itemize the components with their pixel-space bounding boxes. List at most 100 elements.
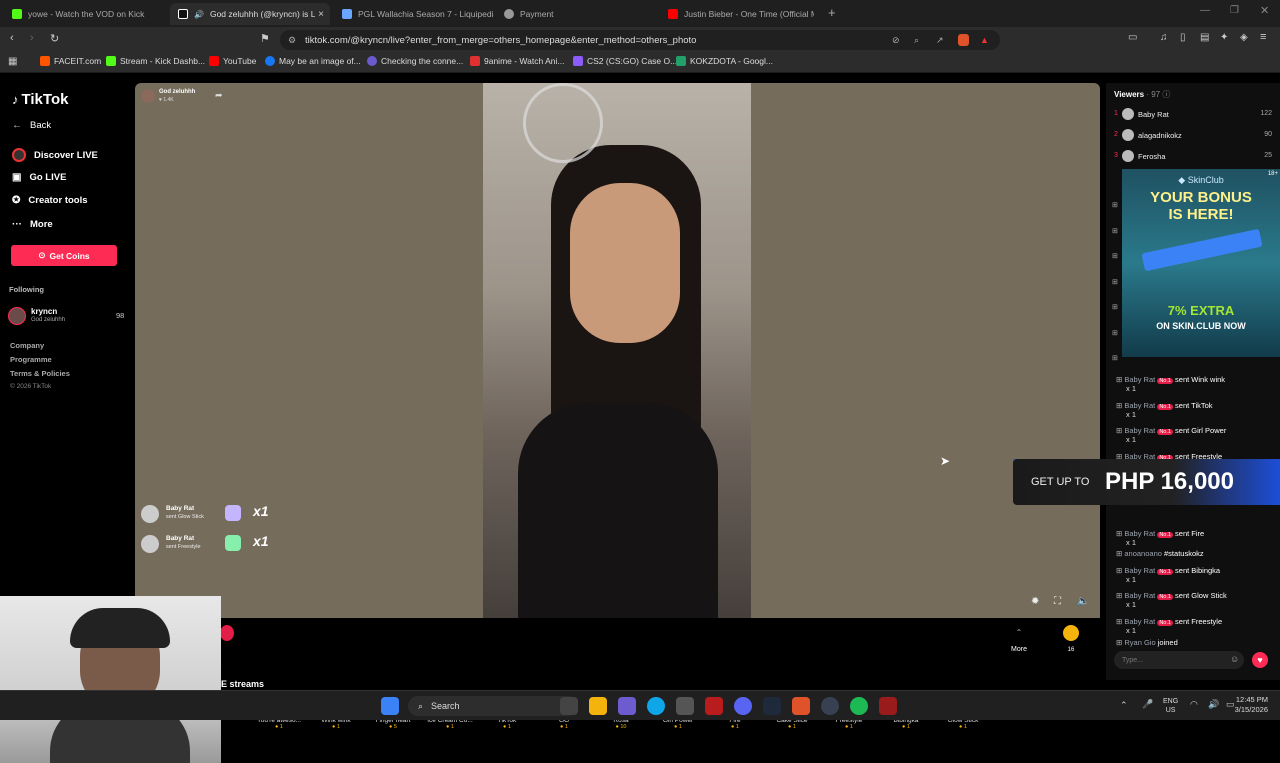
back-button[interactable]: ← Back (12, 120, 51, 131)
brave-rewards-icon[interactable]: ▲ (980, 35, 989, 45)
share-icon[interactable]: ➦ (215, 90, 223, 101)
reload-icon[interactable]: ↻ (50, 32, 59, 45)
webcam-overlay (0, 596, 221, 763)
bookmark-icon[interactable]: ⚑ (260, 32, 270, 45)
discord-icon[interactable] (734, 697, 752, 715)
footer-link[interactable]: Terms & Policies (10, 369, 70, 378)
share-icon[interactable]: ↗ (936, 35, 944, 46)
wallet-icon[interactable]: ▤ (1200, 32, 1209, 43)
nav-creator-tools[interactable]: ✪ Creator tools (12, 195, 88, 206)
browser-tab[interactable]: PGL Wallachia Season 7 - Liquipedia (334, 3, 494, 25)
gift-icon-partial[interactable] (220, 625, 234, 641)
chat-input[interactable]: Type... ☺ (1114, 651, 1244, 669)
emoji-icon[interactable]: ☺ (1230, 654, 1239, 664)
chat-user[interactable]: Ryan Gio (1124, 638, 1155, 647)
ai-icon[interactable]: ✦ (1220, 32, 1228, 43)
host-info[interactable]: God zeluhhh ♥ 1.4K (141, 89, 201, 105)
task-view-icon[interactable] (560, 697, 578, 715)
store-icon[interactable] (676, 697, 694, 715)
bookmark-item[interactable]: May be an image of... (265, 56, 361, 66)
live-video-player[interactable]: God zeluhhh ♥ 1.4K ➦ Baby Rat sent Glow … (135, 83, 1100, 668)
sidebar-icon[interactable]: ▭ (1128, 32, 1137, 43)
menu-icon[interactable]: ≡ (1260, 31, 1266, 43)
chat-user[interactable]: Baby Rat (1124, 401, 1155, 410)
viewer-name: Baby Rat (1138, 110, 1169, 119)
microphone-icon[interactable]: 🎤 (1142, 699, 1153, 710)
brave-shields-icon[interactable] (958, 34, 969, 46)
browser-tab[interactable]: yowe - Watch the VOD on Kick (4, 3, 170, 25)
brave-icon[interactable] (792, 697, 810, 715)
browser-tab[interactable]: Payment (496, 3, 656, 25)
app-icon[interactable] (705, 697, 723, 715)
browser-tab[interactable]: Justin Bieber - One Time (Official Mu... (660, 3, 820, 25)
chat-user[interactable]: Baby Rat (1124, 426, 1155, 435)
viewer-row[interactable]: 3 Ferosha 25 (1114, 149, 1274, 165)
likes-count: 1.4K (163, 97, 174, 103)
wifi-icon[interactable]: ◠ (1190, 699, 1198, 710)
vscode-icon[interactable] (763, 697, 781, 715)
media-icon[interactable]: ⊘ (892, 35, 900, 46)
chat-user[interactable]: Baby Rat (1124, 566, 1155, 575)
viewer-row[interactable]: 2 alagadnikokz 90 (1114, 128, 1274, 144)
gifts-more-button[interactable]: ⌃ More (1005, 628, 1033, 653)
spotify-icon[interactable] (850, 697, 868, 715)
bookmark-item[interactable]: FACEIT.com (40, 56, 101, 66)
bookmark-item[interactable]: Checking the conne... (367, 56, 463, 66)
maximize-button[interactable]: ❐ (1230, 5, 1239, 16)
fullscreen-icon[interactable]: ⛶ (1054, 596, 1061, 607)
language-indicator[interactable]: ENG US (1163, 697, 1178, 715)
close-tab-icon[interactable]: × (318, 9, 324, 20)
bookmark-item[interactable]: YouTube (209, 56, 256, 66)
gift-heart-button[interactable]: ♥ (1252, 652, 1268, 668)
edge-icon[interactable] (647, 697, 665, 715)
footer-link[interactable]: Company (10, 341, 44, 350)
taskbar-search[interactable]: ⌕ Search (408, 696, 578, 716)
nav-discover-live[interactable]: Discover LIVE (12, 148, 98, 162)
app-icon[interactable] (618, 697, 636, 715)
site-info-icon[interactable]: ⚙ (288, 35, 296, 46)
apps-grid-icon[interactable]: ▦ (8, 56, 17, 67)
chat-user[interactable]: Baby Rat (1124, 375, 1155, 384)
footer-link[interactable]: Programme (10, 355, 52, 364)
coin-balance[interactable]: 16 (1060, 625, 1082, 653)
settings-icon[interactable]: ✹ (1031, 596, 1039, 607)
forward-icon[interactable]: › (30, 32, 34, 44)
promo-banner[interactable]: GET UP TO PHP 16,000 (1013, 459, 1280, 505)
get-coins-button[interactable]: ⊙ Get Coins (11, 245, 117, 266)
bookmark-item[interactable]: 9anime - Watch Ani... (470, 56, 564, 66)
viewers-header[interactable]: Viewers · 97 ⓘ (1114, 89, 1170, 100)
windows-start-icon[interactable] (381, 697, 399, 715)
chat-user[interactable]: anoanoano (1124, 549, 1162, 558)
steam-icon[interactable] (821, 697, 839, 715)
bookmark-item[interactable]: Stream - Kick Dashb... (106, 56, 205, 66)
url-field[interactable]: ⚙ tiktok.com/@kryncn/live?enter_from_mer… (280, 30, 1000, 50)
close-window-button[interactable]: ✕ (1260, 4, 1269, 17)
chat-count: x 1 (1126, 384, 1137, 393)
reading-list-icon[interactable]: ▯ (1180, 32, 1186, 43)
browser-tab-active[interactable]: 🔊 God zeluhhh (@kryncn) is LIVE × (170, 3, 330, 25)
following-item[interactable]: kryncn God zeluhhh 98 (8, 305, 128, 327)
viewer-row[interactable]: 1 Baby Rat 122 (1114, 107, 1274, 123)
file-explorer-icon[interactable] (589, 697, 607, 715)
chat-user[interactable]: Baby Rat (1124, 591, 1155, 600)
volume-icon[interactable]: 🔊 (1208, 699, 1219, 710)
nav-go-live[interactable]: ▣ Go LIVE (12, 172, 66, 183)
chat-user[interactable]: Baby Rat (1124, 529, 1155, 538)
bookmark-item[interactable]: CS2 (CS:GO) Case O... (573, 56, 677, 66)
minimize-button[interactable]: — (1200, 5, 1210, 16)
bookmark-item[interactable]: KOKZDOTA - Googl... (676, 56, 773, 66)
tiktok-logo[interactable]: ♪ TikTok (12, 91, 68, 108)
vpn-icon[interactable]: ◈ (1240, 32, 1248, 43)
chevron-up-icon[interactable]: ⌃ (1120, 700, 1128, 711)
clock[interactable]: 12:45 PM 3/15/2026 (1232, 695, 1268, 715)
zoom-icon[interactable]: ⌕ (914, 35, 919, 46)
back-icon[interactable]: ‹ (10, 32, 14, 44)
music-icon[interactable]: ♫ (1160, 32, 1168, 43)
volume-icon[interactable]: 🔈 (1077, 596, 1089, 607)
skinclub-ad[interactable]: ◆ SkinClub 18+ YOUR BONUS IS HERE! 7% EX… (1122, 169, 1280, 357)
app-icon[interactable] (879, 697, 897, 715)
windows-taskbar: ⌕ Search ⌃ 🎤 ENG US ◠ 🔊 ▭ 12:45 PM 3/15/2… (0, 690, 1280, 720)
chat-user[interactable]: Baby Rat (1124, 617, 1155, 626)
nav-more[interactable]: ··· More (12, 219, 53, 230)
new-tab-button[interactable]: + (828, 5, 836, 20)
